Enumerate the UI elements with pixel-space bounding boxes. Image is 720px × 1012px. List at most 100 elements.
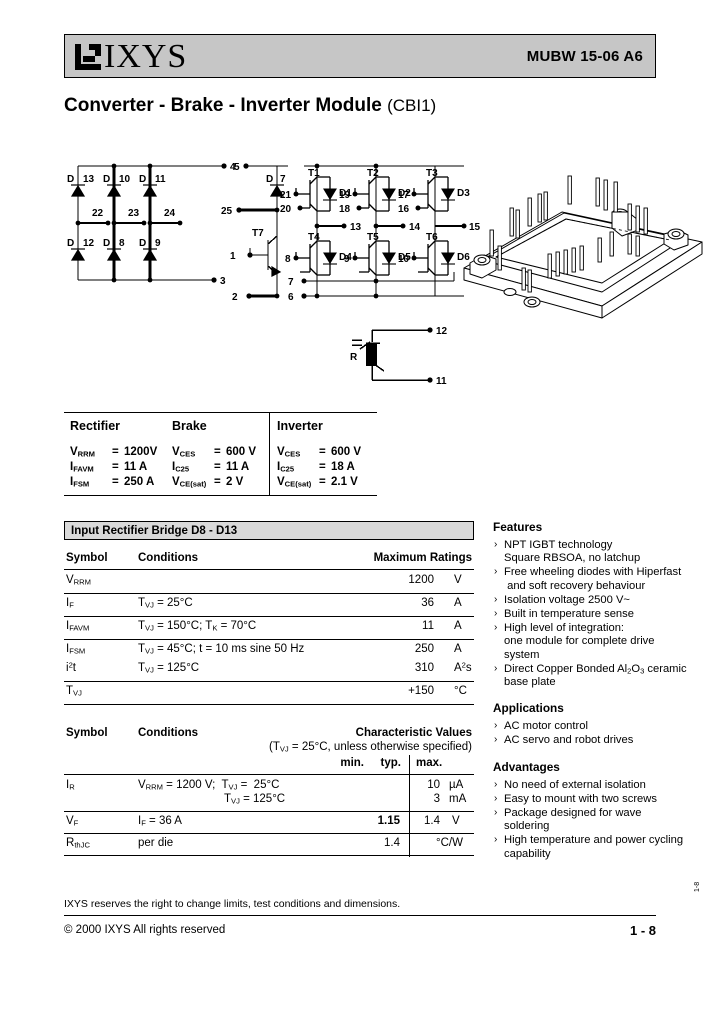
characteristic-values-table: Symbol Conditions Characteristic Values … — [64, 727, 474, 857]
footer-disclaimer: IXYS reserves the right to change limits… — [64, 898, 401, 910]
summary-inverter-values: VCES = 600 V IC25 = 18 A VCE(sat) = 2.1 V — [277, 446, 362, 489]
page-number: 1 - 8 — [629, 923, 656, 938]
t2-row-unit: °C/W — [436, 837, 463, 849]
t1-row-unit: V — [454, 574, 462, 586]
footer-copyright: © 2000 IXYS All rights reserved — [64, 924, 226, 936]
list-item: Direct Copper Bonded Al2O3 ceramicbase p… — [493, 662, 715, 689]
page-title: Converter - Brake - Inverter Module (CBI… — [64, 95, 436, 117]
svg-text:T4: T4 — [308, 232, 320, 243]
svg-text:D: D — [139, 174, 146, 185]
svg-text:T2: T2 — [367, 168, 379, 179]
t2-row-max-2: 3 — [433, 793, 440, 805]
list-item: NPT IGBT technologySquare RBSOA, no latc… — [493, 538, 715, 565]
t2-header-symbol: Symbol — [66, 727, 108, 739]
t1-row-unit: A2s — [454, 660, 472, 674]
svg-text:16: 16 — [398, 204, 410, 215]
t1-header-rule — [64, 569, 474, 570]
svg-text:19: 19 — [339, 190, 351, 201]
t1-header-ratings: Maximum Ratings — [373, 552, 472, 564]
t1-row-conditions: TVJ = 45°C; t = 10 ms sine 50 Hz — [138, 643, 305, 656]
summary-col-rectifier-header: Rectifier — [70, 419, 121, 433]
svg-text:R: R — [350, 352, 358, 363]
t2-row-unit: µA — [449, 779, 464, 791]
summary-col-brake-header: Brake — [172, 419, 207, 433]
features-list: NPT IGBT technologySquare RBSOA, no latc… — [493, 538, 715, 689]
svg-text:21: 21 — [280, 190, 292, 201]
svg-text:D: D — [266, 174, 273, 185]
svg-text:18: 18 — [339, 204, 351, 215]
t2-header-char-values: Characteristic Values — [355, 727, 472, 739]
svg-text:11: 11 — [155, 174, 166, 185]
t1-row-unit: A — [454, 643, 462, 655]
svg-text:20: 20 — [280, 204, 292, 215]
applications-list: AC motor control AC servo and robot driv… — [493, 719, 715, 747]
svg-text:D: D — [139, 238, 146, 249]
svg-text:10: 10 — [398, 254, 410, 265]
summary-divider — [269, 413, 271, 495]
svg-text:25: 25 — [221, 206, 233, 217]
t2-bottom-rule — [64, 855, 474, 856]
svg-text:7: 7 — [280, 174, 286, 185]
thermistor-svg: 12 11 R — [350, 326, 448, 387]
t2-row-unit: V — [452, 815, 460, 827]
t1-row-unit: °C — [454, 685, 467, 697]
t2-header-typ: typ. — [380, 757, 401, 769]
datasheet-page: IXYS MUBW 15-06 A6 Converter - Brake - I… — [0, 0, 720, 1012]
t2-row-conditions: per die — [138, 837, 174, 849]
svg-text:10: 10 — [119, 174, 131, 185]
t1-row-unit: A — [454, 597, 462, 609]
t1-row-rule — [64, 639, 474, 640]
page-header: IXYS MUBW 15-06 A6 — [64, 34, 656, 78]
part-number: MUBW 15-06 A6 — [526, 48, 643, 65]
t2-row-rule — [64, 811, 474, 812]
t1-row-symbol: i2t — [66, 660, 76, 674]
advantages-list: No need of external isolation Easy to mo… — [493, 778, 715, 861]
t1-row-value: 11 — [422, 620, 434, 632]
svg-text:5: 5 — [234, 162, 240, 173]
t2-row-conditions: VRRM = 1200 V; TVJ = 25°C — [138, 779, 280, 792]
t2-header-char-note: (TVJ = 25°C, unless otherwise specified) — [269, 741, 472, 754]
svg-text:D: D — [103, 174, 110, 185]
features-title: Features — [493, 520, 543, 534]
list-item: Isolation voltage 2500 V~ — [493, 593, 715, 607]
t1-row-value: 310 — [414, 662, 434, 674]
t1-row-symbol: IF — [66, 597, 74, 610]
svg-text:8: 8 — [285, 254, 291, 265]
t2-row-max: 1.4 — [424, 815, 440, 827]
list-item: Built in temperature sense — [493, 607, 715, 621]
applications-title: Applications — [493, 701, 564, 716]
list-item: Free wheeling diodes with Hiperfast and … — [493, 565, 715, 592]
module-outline-drawing — [452, 150, 714, 320]
svg-text:13: 13 — [83, 174, 95, 185]
svg-text:2: 2 — [232, 292, 238, 303]
svg-text:D: D — [103, 238, 110, 249]
summary-brake-values: VCES = 600 V IC25 = 11 A VCE(sat) = 2 V — [172, 446, 257, 489]
t1-row-rule — [64, 616, 474, 617]
svg-text:9: 9 — [155, 238, 161, 249]
svg-text:T3: T3 — [426, 168, 438, 179]
svg-text:8: 8 — [119, 238, 125, 249]
svg-text:23: 23 — [128, 208, 140, 219]
list-item: AC motor control — [493, 719, 715, 733]
page-title-main: Converter - Brake - Inverter Module — [64, 95, 388, 116]
t1-row-symbol: VRRM — [66, 574, 91, 587]
advantages-title: Advantages — [493, 759, 560, 774]
summary-ratings-table: Rectifier Brake Inverter VRRM = 1200V IFAV… — [64, 412, 377, 496]
summary-rectifier-values: VRRM = 1200V IFAVM = 11 A IFSM = 250 A — [70, 446, 158, 489]
svg-text:9: 9 — [344, 254, 350, 265]
svg-text:T5: T5 — [367, 232, 379, 243]
t1-bottom-rule — [64, 704, 474, 705]
module-outline-svg — [463, 175, 703, 319]
footer-rule — [64, 915, 656, 916]
svg-text:3: 3 — [220, 276, 226, 287]
svg-text:D: D — [67, 238, 74, 249]
list-item: Package designed for wavesoldering — [493, 806, 715, 833]
svg-text:12: 12 — [436, 326, 448, 337]
t2-row-unit-2: mA — [449, 793, 467, 805]
footer-side-code: 1-8 — [694, 881, 701, 892]
svg-text:24: 24 — [164, 208, 176, 219]
t1-row-value: 250 — [414, 643, 434, 655]
t1-row-rule — [64, 593, 474, 594]
svg-text:T7: T7 — [252, 228, 264, 239]
svg-text:1: 1 — [230, 251, 236, 262]
